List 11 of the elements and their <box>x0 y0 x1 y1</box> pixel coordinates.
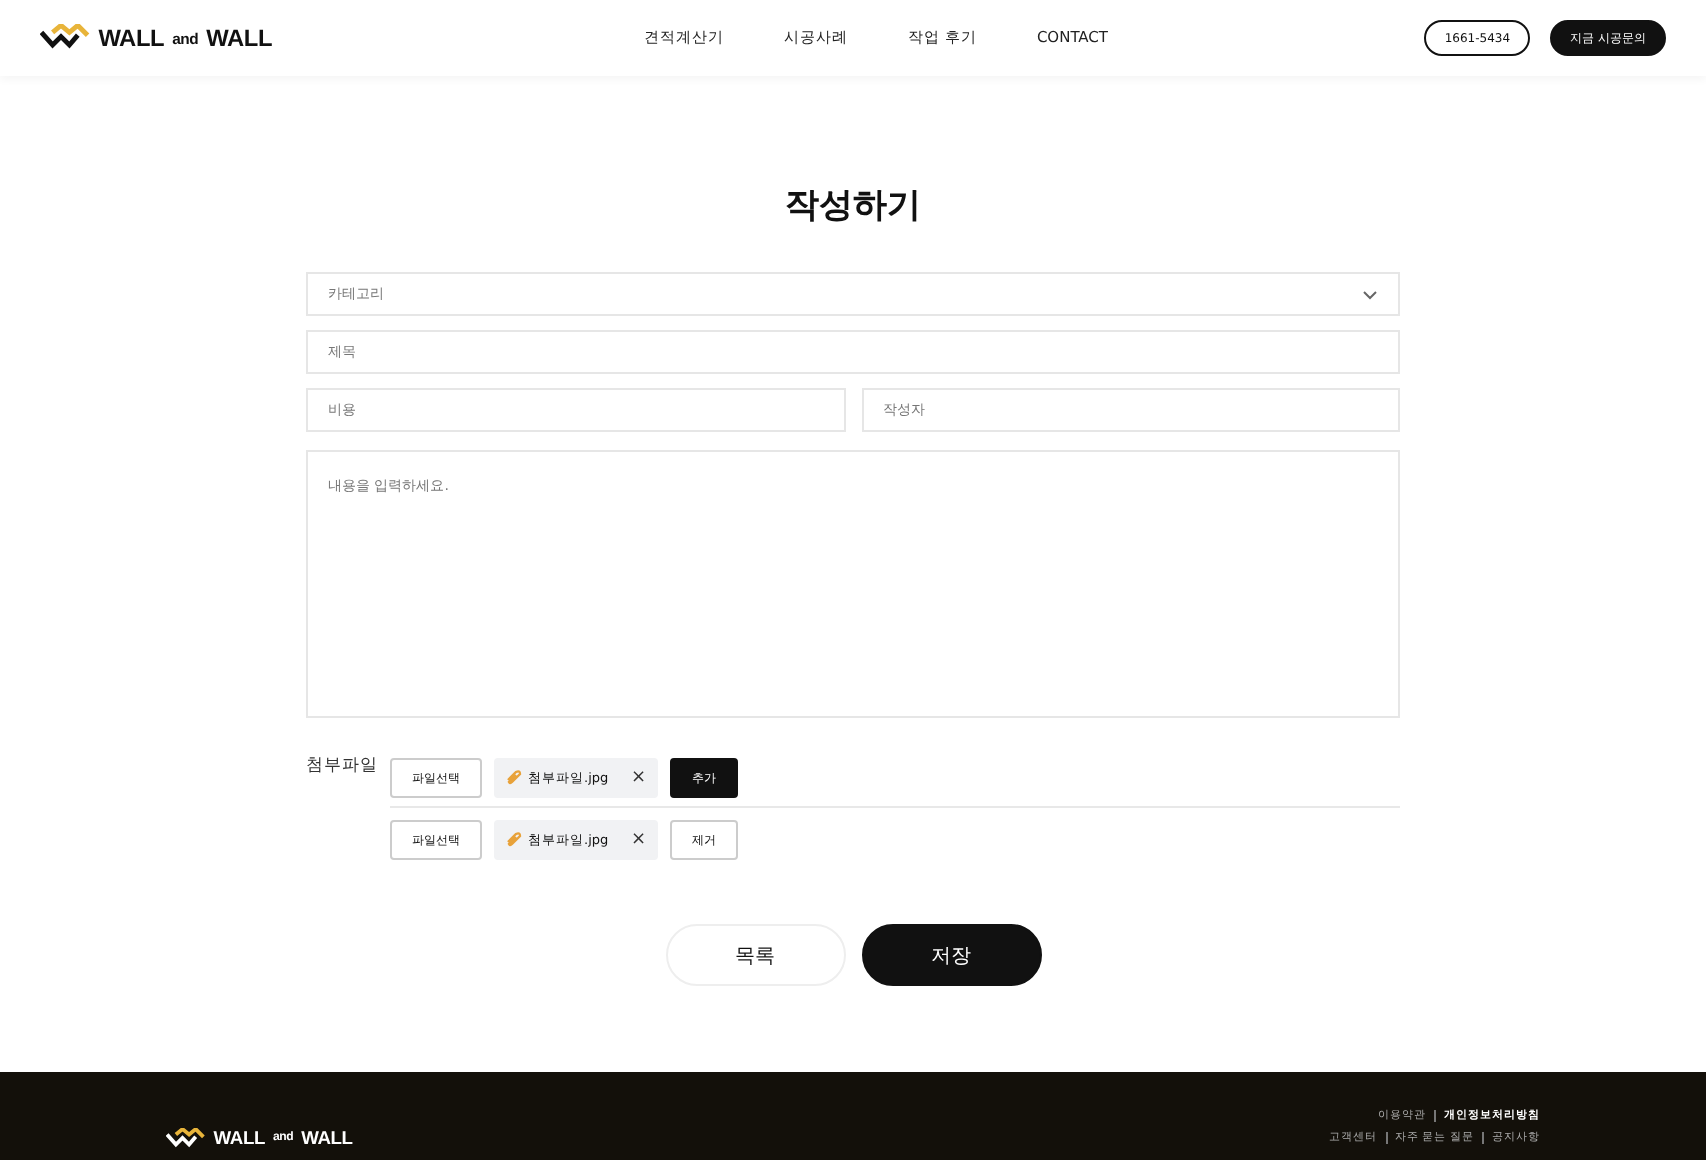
close-button[interactable]: × <box>630 830 646 850</box>
attachment-label: 첨부파일 <box>306 754 380 780</box>
list-button[interactable]: 목록 <box>665 924 845 986</box>
logo-icon <box>166 1127 206 1149</box>
paperclip-icon <box>506 832 522 848</box>
page-title: 작성하기 <box>785 184 921 228</box>
paperclip-icon <box>506 770 522 786</box>
close-button[interactable]: × <box>630 768 646 788</box>
chevron-down-icon <box>1362 289 1378 299</box>
logo-icon <box>40 24 91 52</box>
save-button[interactable]: 저장 <box>861 924 1041 986</box>
